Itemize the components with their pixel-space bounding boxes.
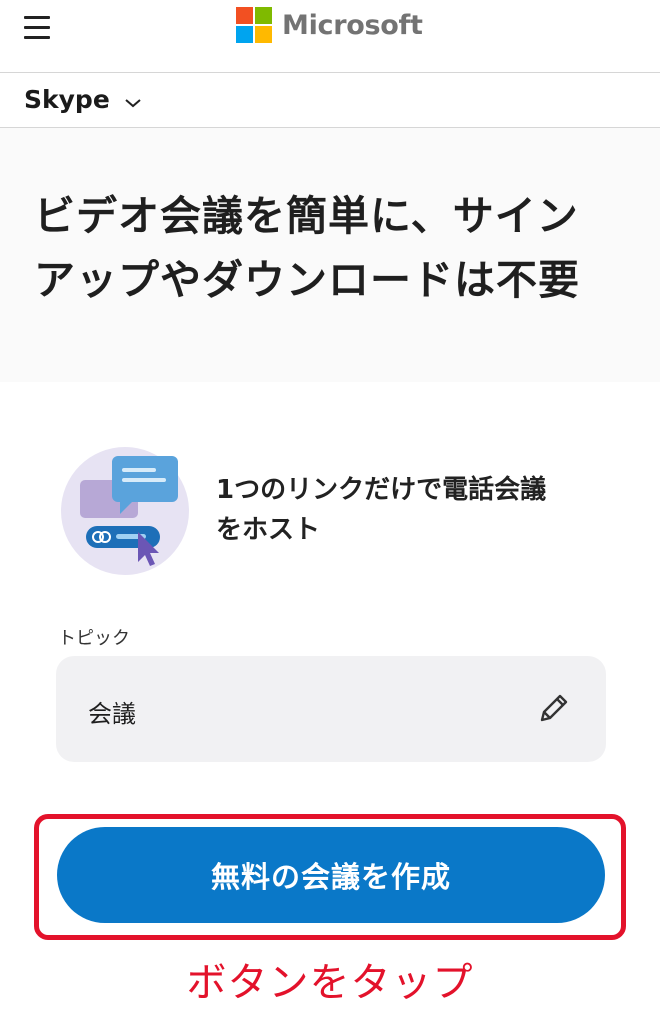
feature-description: 1つのリンクだけで電話会議 をホスト xyxy=(216,470,606,550)
product-name: Skype xyxy=(24,85,110,114)
page-title: ビデオ会議を簡単に、サイン アップやダウンロードは不要 xyxy=(34,184,634,312)
meeting-link-illustration xyxy=(61,447,189,575)
hamburger-menu-icon[interactable] xyxy=(24,14,52,40)
create-free-meeting-button[interactable]: 無料の会議を作成 xyxy=(57,827,605,923)
product-subnav: Skype xyxy=(0,73,660,128)
site-header: Microsoft xyxy=(0,0,660,73)
product-menu-button[interactable]: Skype xyxy=(24,85,142,114)
feature-line-1: 1つのリンクだけで電話会議 xyxy=(216,475,547,505)
microsoft-squares-icon xyxy=(236,7,272,43)
topic-label: トピック xyxy=(58,628,130,649)
tap-instruction: ボタンをタップ xyxy=(186,960,474,1006)
chevron-down-icon xyxy=(125,98,141,107)
topic-value[interactable]: 会議 xyxy=(88,694,136,729)
feature-line-2: をホスト xyxy=(216,515,321,545)
microsoft-logo[interactable]: Microsoft xyxy=(236,6,423,44)
page-title-line-1: ビデオ会議を簡単に、サイン xyxy=(34,192,579,240)
microsoft-wordmark: Microsoft xyxy=(282,9,423,41)
page-title-line-2: アップやダウンロードは不要 xyxy=(34,256,580,304)
pencil-edit-icon[interactable] xyxy=(536,690,572,726)
topic-input[interactable]: 会議 xyxy=(56,656,606,762)
